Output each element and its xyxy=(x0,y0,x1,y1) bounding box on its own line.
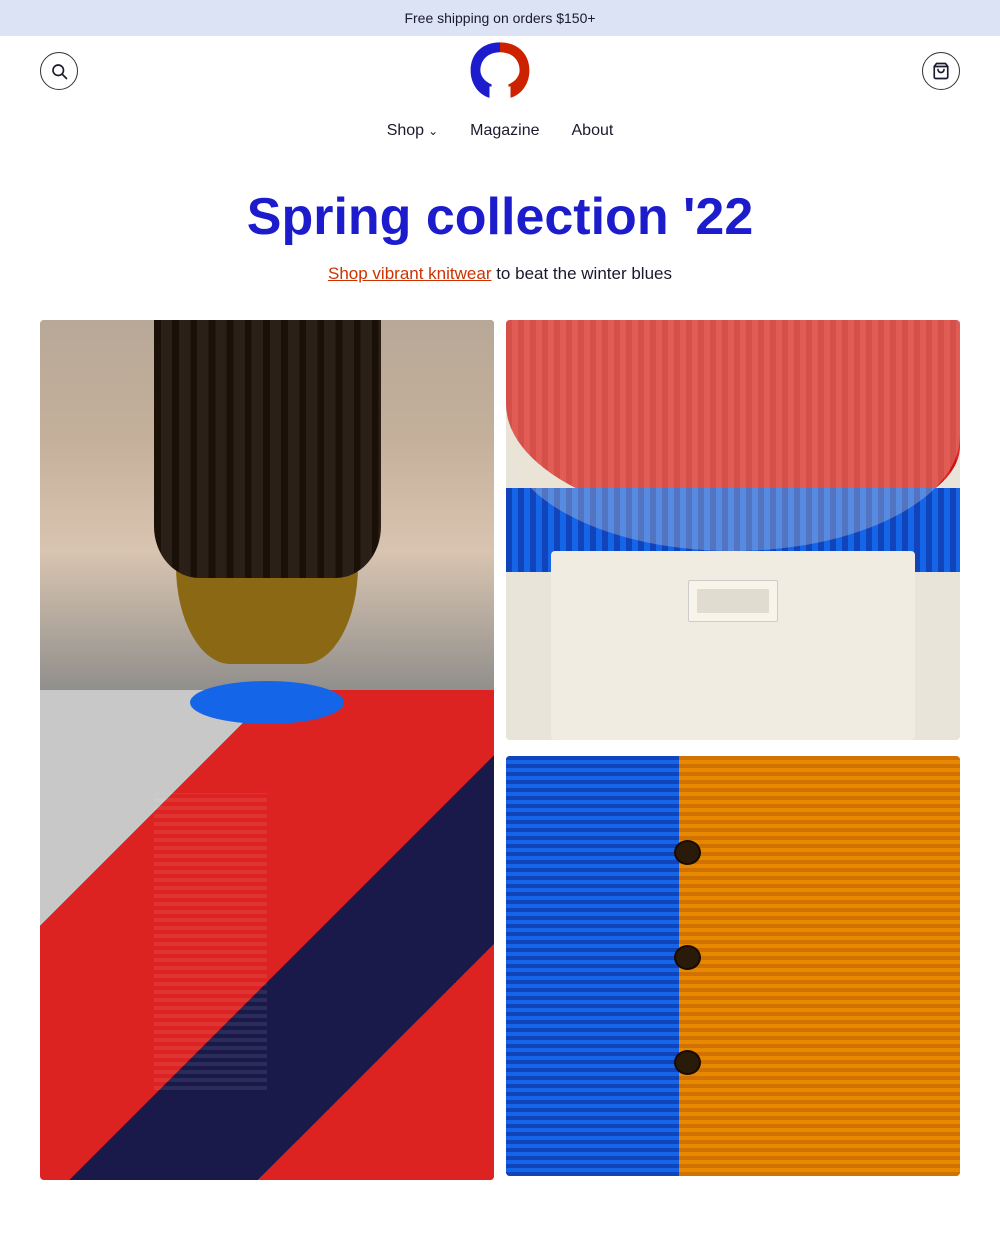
model-image xyxy=(40,320,494,1180)
nav-about-label: About xyxy=(572,122,614,140)
header xyxy=(0,36,1000,106)
cart-icon xyxy=(932,62,950,80)
nav-item-magazine[interactable]: Magazine xyxy=(456,114,553,148)
hero-title: Spring collection '22 xyxy=(40,188,960,248)
announcement-text: Free shipping on orders $150+ xyxy=(404,10,595,26)
collar-detail-image xyxy=(506,320,960,740)
cardigan-detail-image xyxy=(506,756,960,1176)
hero-subtitle-text: to beat the winter blues xyxy=(491,264,672,283)
announcement-bar: Free shipping on orders $150+ xyxy=(0,0,1000,36)
main-nav: Shop ⌄ Magazine About xyxy=(0,106,1000,164)
search-icon xyxy=(50,62,68,80)
nav-item-about[interactable]: About xyxy=(558,114,628,148)
hero-section: Spring collection '22 Shop vibrant knitw… xyxy=(0,164,1000,300)
main-product-image xyxy=(40,320,494,1180)
header-left xyxy=(40,52,78,90)
brand-logo xyxy=(465,34,535,104)
hero-subtitle: Shop vibrant knitwear to beat the winter… xyxy=(40,264,960,284)
image-grid xyxy=(0,300,1000,1180)
nav-magazine-label: Magazine xyxy=(470,122,539,140)
nav-item-shop[interactable]: Shop ⌄ xyxy=(373,114,452,148)
hero-link[interactable]: Shop vibrant knitwear xyxy=(328,264,491,283)
cart-button[interactable] xyxy=(922,52,960,90)
nav-shop-label: Shop xyxy=(387,122,424,140)
header-right xyxy=(922,52,960,90)
search-button[interactable] xyxy=(40,52,78,90)
logo-area[interactable] xyxy=(465,34,535,109)
collar-image xyxy=(506,320,960,740)
chevron-down-icon: ⌄ xyxy=(428,124,438,138)
cardigan-image xyxy=(506,756,960,1176)
